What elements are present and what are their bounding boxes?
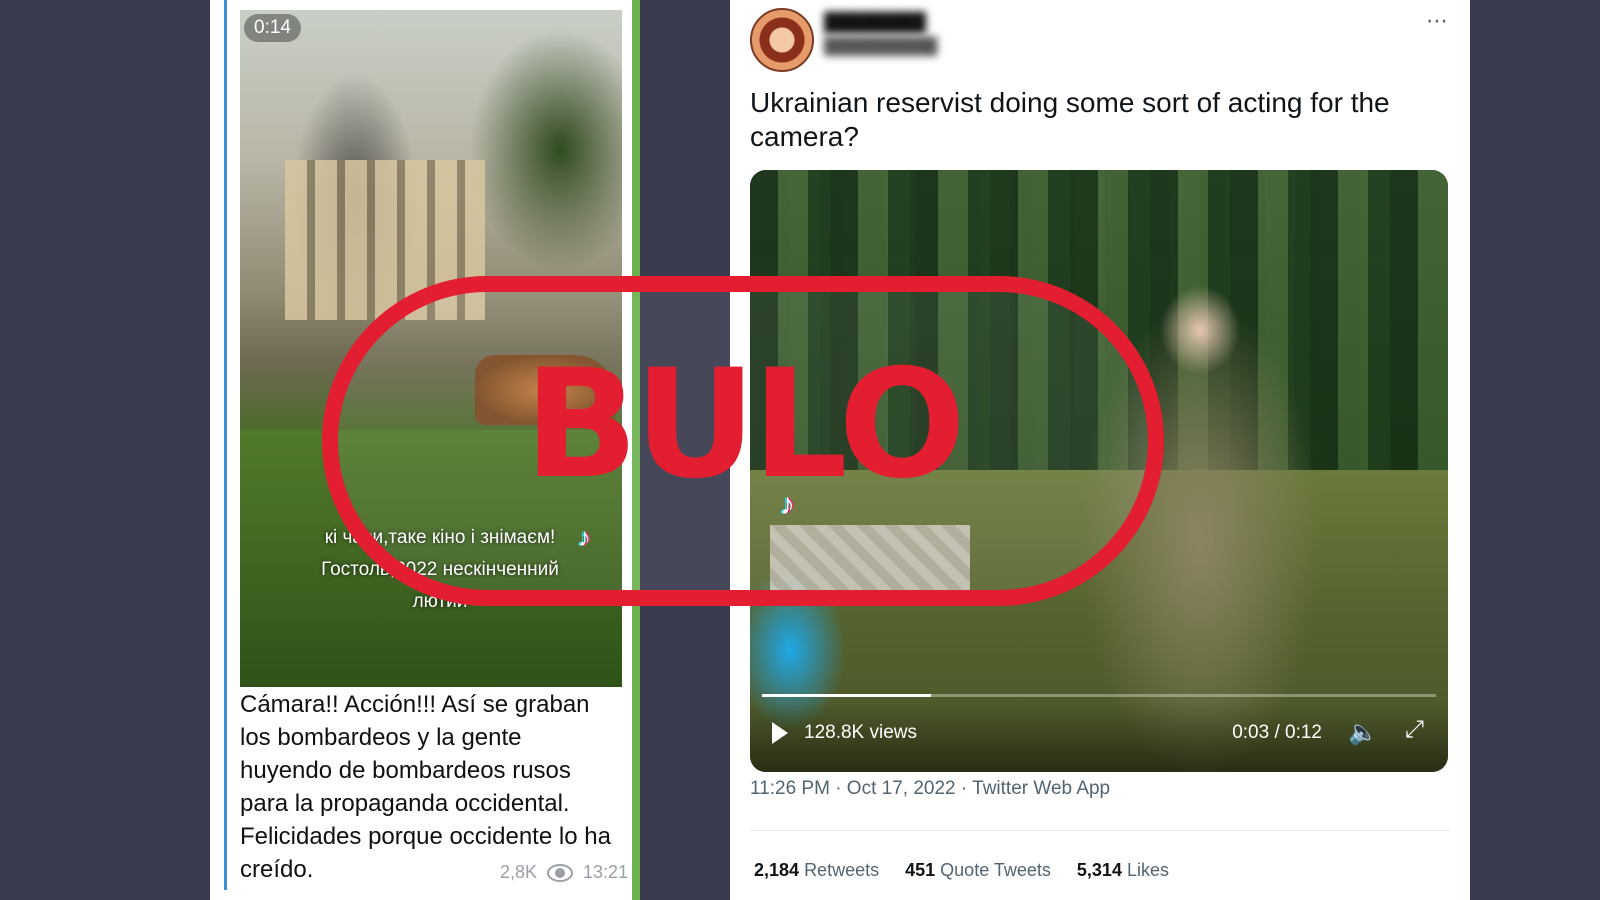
divider [750,830,1450,831]
tweet-meta[interactable]: 11:26 PM · Oct 17, 2022 · Twitter Web Ap… [750,778,1110,800]
likes-count: 5,314 [1076,860,1122,880]
quotes-label: Quote Tweets [940,860,1051,880]
quotes-stat[interactable]: 451 Quote Tweets [905,860,1051,881]
eye-icon [547,863,574,882]
author-handle-blurred[interactable]: ██████████ [824,38,937,56]
likes-label: Likes [1126,860,1169,880]
video-progress-fill [762,694,931,697]
reply-bar [224,0,227,890]
avatar[interactable] [750,8,814,72]
play-icon[interactable] [772,722,788,744]
tweet-stats: 2,184 Retweets 451 Quote Tweets 5,314 Li… [754,860,1169,881]
video-progress-bar[interactable] [762,694,1436,697]
quotes-count: 451 [905,860,936,880]
author-name-blurred[interactable]: ████████ [824,12,926,33]
view-count: 2,8K [500,862,538,882]
video-time: 0:03 / 0:12 [1232,722,1322,743]
retweets-stat[interactable]: 2,184 Retweets [754,860,879,881]
likes-stat[interactable]: 5,314 Likes [1077,860,1169,881]
video-controls: 128.8K views 0:03 / 0:12 🔈 ⤢ [750,702,1448,772]
fullscreen-icon[interactable]: ⤢ [1405,716,1424,744]
retweets-label: Retweets [804,860,880,880]
retweets-count: 2,184 [754,860,800,880]
more-options-icon[interactable]: ⋯ [1426,8,1449,34]
volume-icon[interactable]: 🔈 [1348,718,1378,747]
video-duration: 0:14 [244,14,301,42]
telegram-meta: 2,8K 13:21 [500,862,628,883]
video-views: 128.8K views [804,722,918,743]
telegram-caption: Cámara!! Acción!!! Así se graban los bom… [240,691,611,883]
bulo-stamp-label: BULO [524,338,966,512]
message-time: 13:21 [583,862,629,882]
tweet-text: Ukrainian reservist doing some sort of a… [750,87,1390,152]
